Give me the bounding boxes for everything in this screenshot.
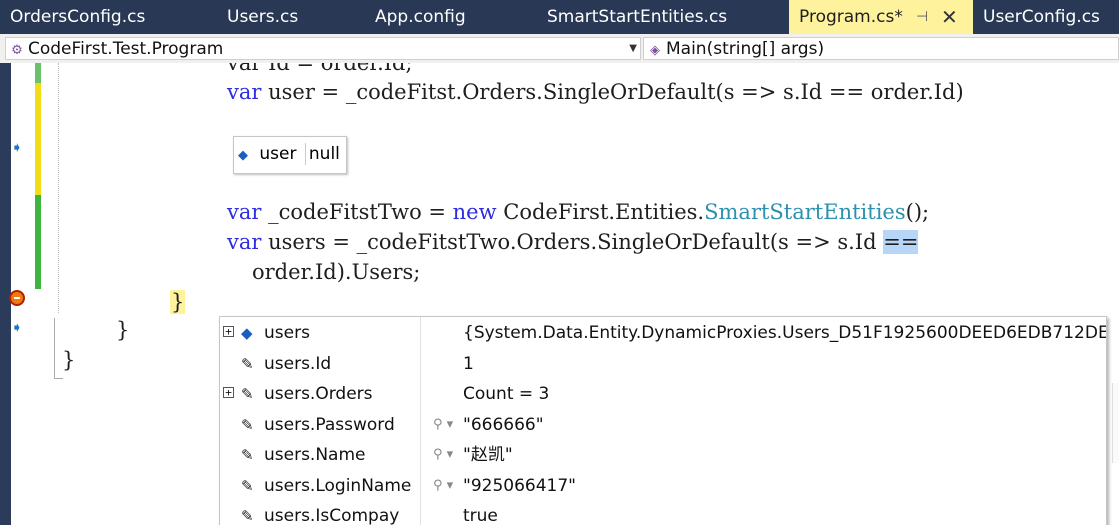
divider xyxy=(304,143,306,165)
datatip-name: users.LoginName xyxy=(264,475,412,496)
class-icon: ⚙ xyxy=(11,43,23,58)
code-text: } xyxy=(116,318,130,342)
datatip-name: users.IsCompay xyxy=(264,506,400,525)
datatip-name: users.Password xyxy=(264,414,395,435)
wrench-icon: ✎ xyxy=(241,385,254,403)
datatip-name: users xyxy=(264,323,310,343)
pinned-datatip[interactable]: ◆ user null xyxy=(233,136,347,174)
member-dropdown[interactable]: ◈ Main(string[] args) xyxy=(643,37,1119,60)
wrench-icon: ✎ xyxy=(241,354,254,373)
current-statement-brace: } xyxy=(170,290,186,314)
datatip-value[interactable]: true xyxy=(463,501,498,525)
tab-smartstartentities[interactable]: SmartStartEntities.cs xyxy=(537,0,789,34)
wrench-icon: ✎ xyxy=(241,507,254,525)
tab-label: Users.cs xyxy=(227,7,299,27)
wrench-icon: ✎ xyxy=(241,476,254,495)
datatip-row[interactable]: ✎ users.Password ⚲ ▾ "666666" xyxy=(220,410,1106,440)
datatip-row[interactable]: ✎ users.IsCompay true xyxy=(220,501,1106,525)
text-visualizer-icon[interactable]: ⚲ ▾ xyxy=(433,471,453,501)
tab-label: OrdersConfig.cs xyxy=(10,7,146,27)
datatip-row[interactable]: ✎ users.Id 1 xyxy=(220,349,1106,379)
datatip-value[interactable]: "666666" xyxy=(463,410,544,440)
keyword: new xyxy=(452,200,497,224)
datatip-name: users.Orders xyxy=(264,384,373,404)
datatip-name: users.Name xyxy=(264,445,366,465)
tab-program[interactable]: Program.cs* ⊣ ✕ xyxy=(789,0,973,34)
code-text: (); xyxy=(905,200,930,224)
datatip-name: user xyxy=(259,144,297,164)
tab-ordersconfig[interactable]: OrdersConfig.cs xyxy=(0,0,217,34)
datatip-value[interactable]: "赵凯" xyxy=(463,440,513,470)
code-line: var _codeFitstTwo = new CodeFirst.Entiti… xyxy=(227,200,929,224)
tab-label: UserConfig.cs xyxy=(983,7,1100,27)
chevron-down-icon[interactable]: ▼ xyxy=(629,38,637,60)
code-text: CodeFirst.Entities. xyxy=(496,200,705,224)
type-name: SmartStartEntities xyxy=(704,200,906,224)
change-bar-saved xyxy=(35,195,41,289)
code-text: } xyxy=(171,290,185,314)
breakpoint-icon[interactable] xyxy=(9,290,25,306)
tab-label: Program.cs* xyxy=(799,7,903,27)
datatip-value[interactable]: Count = 3 xyxy=(463,379,549,409)
selected-text: == xyxy=(883,230,919,254)
class-combo-value: CodeFirst.Test.Program xyxy=(28,39,224,59)
datatip-row[interactable]: ✎ users.Name ⚲ ▾ "赵凯" xyxy=(220,440,1106,470)
datatip-value[interactable]: null xyxy=(309,144,340,164)
tab-app-config[interactable]: App.config xyxy=(365,0,537,34)
member-combo-value: Main(string[] args) xyxy=(666,39,825,59)
code-line: var Id = order.Id; xyxy=(227,63,413,75)
datatip-name: users.Id xyxy=(264,353,332,374)
datatip-row[interactable]: ✎ users.LoginName ⚲ ▾ "925066417" xyxy=(220,471,1106,501)
code-text: users = _codeFitstTwo.Orders.SingleOrDef… xyxy=(261,230,884,254)
keyword: var xyxy=(227,80,262,104)
class-dropdown[interactable]: ⚙ CodeFirst.Test.Program ▼ xyxy=(5,37,641,60)
code-text: var Id = order.Id; xyxy=(227,63,413,75)
datatip-value[interactable]: {System.Data.Entity.DynamicProxies.Users… xyxy=(463,318,1106,348)
code-text: user = _codeFitst.Orders.SingleOrDefault… xyxy=(261,80,964,104)
wrench-icon: ✎ xyxy=(241,446,254,464)
pinned-datatip-icon[interactable]: ➧ xyxy=(11,140,23,156)
wrench-icon: ✎ xyxy=(241,415,254,434)
scrollbar[interactable] xyxy=(1112,383,1119,463)
expand-toggle[interactable]: + xyxy=(223,326,234,337)
text-visualizer-icon[interactable]: ⚲ ▾ xyxy=(433,410,453,440)
keyword: var xyxy=(227,230,262,254)
code-text: order.Id).Users; xyxy=(252,260,421,284)
document-tab-strip: OrdersConfig.cs Users.cs App.config Smar… xyxy=(0,0,1119,34)
tab-users[interactable]: Users.cs xyxy=(217,0,365,34)
pin-icon[interactable]: ⊣ xyxy=(916,0,928,34)
code-text: _codeFitstTwo = xyxy=(261,200,453,224)
datatip-row[interactable]: + ◆ users {System.Data.Entity.DynamicProxie… xyxy=(220,318,1106,348)
datatip-row[interactable]: + ✎ users.Orders Count = 3 xyxy=(220,379,1106,409)
tab-label: App.config xyxy=(375,7,466,27)
tab-label: SmartStartEntities.cs xyxy=(547,7,728,27)
code-line: var users = _codeFitstTwo.Orders.SingleO… xyxy=(227,230,919,254)
close-icon[interactable]: ✕ xyxy=(941,0,958,34)
code-line: } xyxy=(116,318,129,342)
tab-userconfig[interactable]: UserConfig.cs xyxy=(973,0,1119,34)
pinned-datatip-icon[interactable]: ➧ xyxy=(11,320,23,336)
expand-toggle[interactable]: + xyxy=(223,387,234,398)
text-visualizer-icon[interactable]: ⚲ ▾ xyxy=(433,440,453,470)
expanded-datatip[interactable]: + ◆ users {System.Data.Entity.DynamicProxie… xyxy=(219,316,1107,525)
code-text: } xyxy=(62,348,76,372)
datatip-value[interactable]: 1 xyxy=(463,349,474,379)
keyword: var xyxy=(227,200,262,224)
object-icon: ◆ xyxy=(238,148,248,163)
change-bar-saved xyxy=(35,63,41,83)
method-icon: ◈ xyxy=(650,43,660,58)
datatip-value[interactable]: "925066417" xyxy=(463,471,576,501)
change-bar-unsaved xyxy=(35,83,41,195)
code-line: } xyxy=(62,348,75,372)
navigation-bar: ⚙ CodeFirst.Test.Program ▼ ◈ Main(string[]… xyxy=(0,34,1119,64)
object-icon: ◆ xyxy=(241,324,253,342)
code-editor[interactable]: ➧ ➧ var Id = order.Id; var user = _codeF… xyxy=(0,63,1119,525)
indent-guide xyxy=(58,63,60,313)
code-line: order.Id).Users; xyxy=(252,260,420,284)
code-line: var user = _codeFitst.Orders.SingleOrDef… xyxy=(227,80,964,104)
